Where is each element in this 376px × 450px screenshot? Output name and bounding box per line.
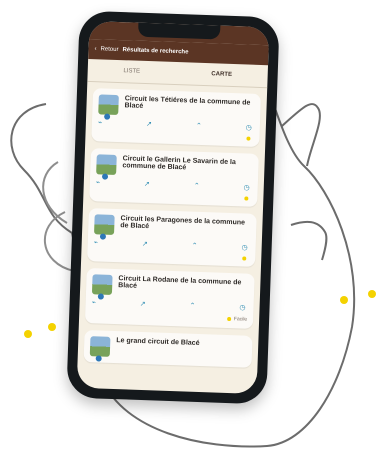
- decorative-dot: [24, 330, 32, 338]
- decorative-dots: [24, 290, 376, 338]
- scene: ‹ Retour Résultats de recherche LISTE CA…: [0, 0, 376, 450]
- decorative-dot: [368, 290, 376, 298]
- decorative-dot: [48, 323, 56, 331]
- decorative-dot: [340, 296, 348, 304]
